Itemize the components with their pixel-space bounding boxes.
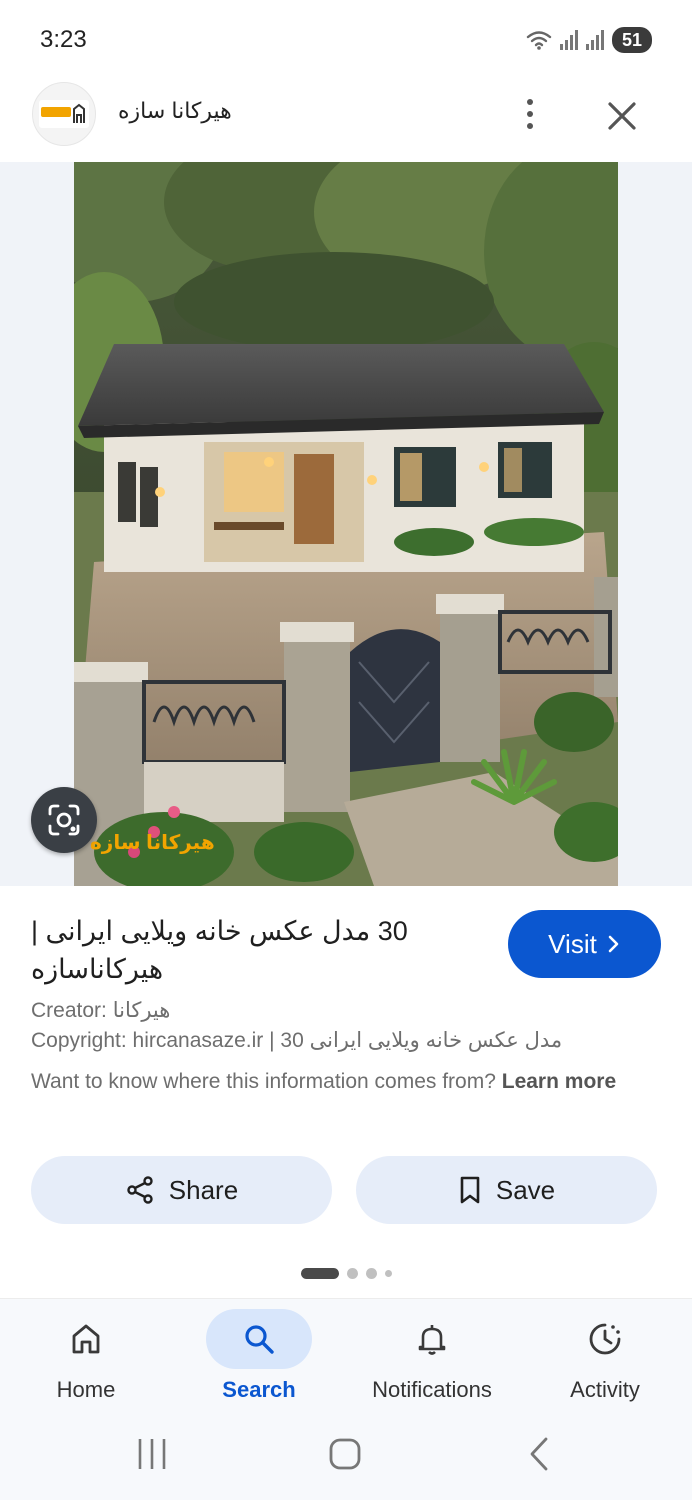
share-button[interactable]: Share <box>31 1156 332 1224</box>
nav-home[interactable]: Home <box>33 1299 139 1423</box>
site-logo[interactable] <box>32 82 96 146</box>
copyright-text: Copyright: hircanasaze.ir | 30 مدل عکس خ… <box>31 1029 563 1052</box>
result-image[interactable]: هیرکانا سازه <box>74 162 618 886</box>
activity-icon <box>589 1323 621 1355</box>
status-time: 3:23 <box>40 26 87 53</box>
lens-icon <box>48 804 80 836</box>
signal-icon <box>559 30 578 50</box>
save-button[interactable]: Save <box>356 1156 657 1224</box>
bell-icon <box>418 1325 446 1355</box>
image-viewer: هیرکانا سازه <box>0 162 692 886</box>
pager-dot-active <box>300 1268 339 1279</box>
info-source-text: Want to know where this information come… <box>31 1066 651 1097</box>
visit-label: Visit <box>548 928 597 959</box>
pager-dot <box>365 1268 377 1279</box>
nav-home-label: Home <box>56 1377 116 1402</box>
save-label: Save <box>495 1174 556 1205</box>
creator-text: Creator: هیرکانا <box>31 999 171 1022</box>
bookmark-icon <box>460 1176 480 1204</box>
visit-button[interactable]: Visit <box>508 910 661 978</box>
image-watermark: هیرکانا سازه <box>90 832 215 854</box>
more-options-button[interactable] <box>512 90 548 138</box>
nav-activity-label: Activity <box>570 1377 640 1402</box>
system-navigation-bar <box>0 1422 692 1500</box>
learn-more-link[interactable]: Learn more <box>502 1070 616 1093</box>
status-icons: 51 <box>526 27 652 53</box>
close-icon[interactable] <box>598 92 646 140</box>
chevron-right-icon <box>608 935 619 953</box>
nav-notifications-label: Notifications <box>372 1377 492 1402</box>
wifi-icon <box>526 31 552 50</box>
carousel-indicator <box>0 1268 692 1279</box>
dot-icon <box>527 111 533 117</box>
site-name[interactable]: هیرکانا سازه <box>118 98 232 124</box>
dot-icon <box>527 123 533 129</box>
status-bar: 3:23 51 <box>0 0 692 80</box>
battery-indicator: 51 <box>611 27 652 53</box>
home-button-icon[interactable] <box>327 1436 363 1472</box>
bottom-navigation: Home Search Notifications Activity <box>0 1298 692 1422</box>
result-title: 30 مدل عکس خانه ویلایی ایرانی | هیرکاناس… <box>31 916 408 984</box>
nav-notifications[interactable]: Notifications <box>362 1299 502 1423</box>
signal-2-icon <box>585 30 604 50</box>
share-label: Share <box>168 1174 239 1205</box>
recent-apps-icon[interactable] <box>134 1436 170 1472</box>
nav-activity[interactable]: Activity <box>552 1299 658 1423</box>
back-icon[interactable] <box>524 1436 554 1472</box>
site-logo-image <box>39 100 89 128</box>
share-icon <box>127 1176 153 1204</box>
nav-search-label: Search <box>222 1377 296 1402</box>
lens-button[interactable] <box>31 787 97 853</box>
dot-icon <box>527 99 533 105</box>
nav-search[interactable]: Search <box>206 1299 312 1423</box>
pager-dot <box>384 1270 392 1277</box>
info-question: Want to know where this information come… <box>31 1070 496 1093</box>
home-icon <box>72 1324 100 1354</box>
result-header: هیرکانا سازه <box>0 80 692 162</box>
pager-dot <box>346 1268 358 1279</box>
villa-illustration <box>74 162 618 886</box>
search-icon <box>245 1325 274 1354</box>
